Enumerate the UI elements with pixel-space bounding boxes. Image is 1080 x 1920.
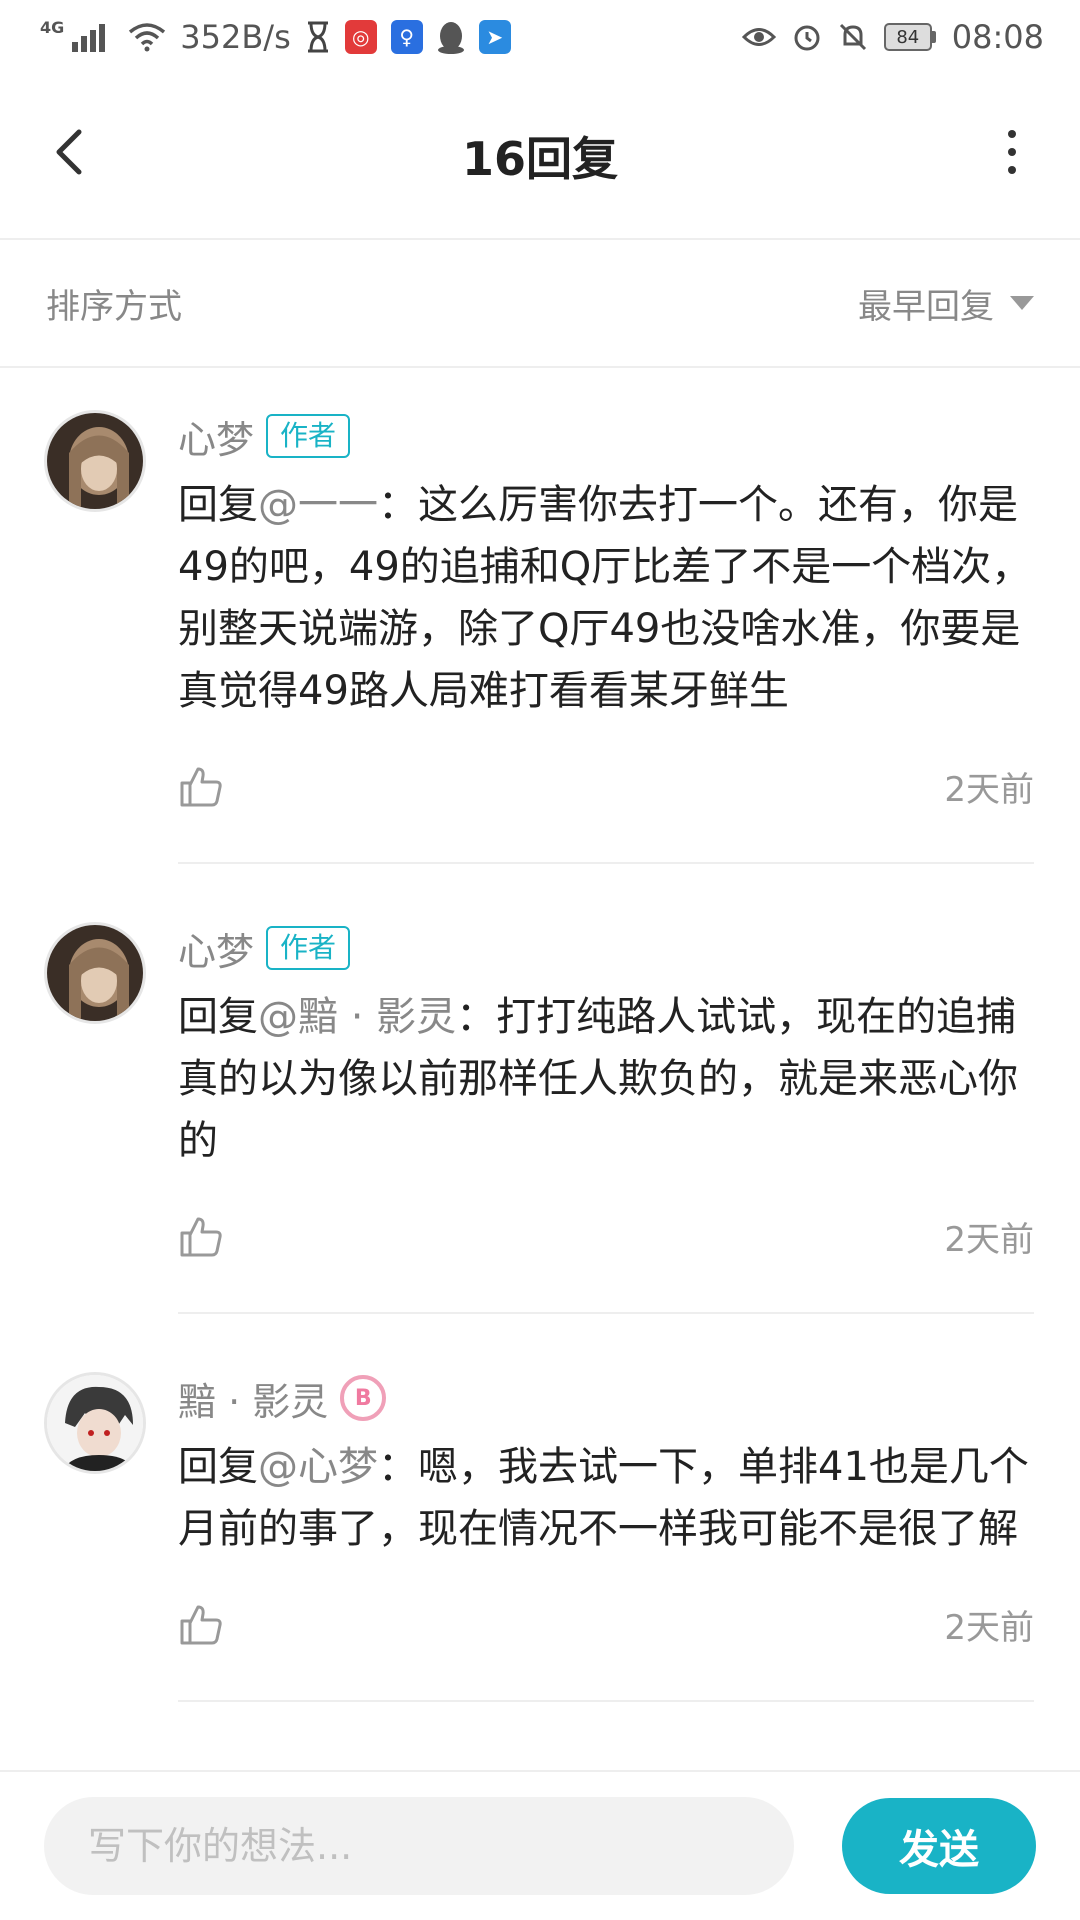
back-button[interactable] xyxy=(40,124,96,180)
eye-icon xyxy=(741,28,776,46)
battery-icon: 84 xyxy=(883,23,936,51)
sort-dropdown[interactable]: 最早回复 xyxy=(858,279,1034,328)
hourglass-icon xyxy=(307,21,328,53)
reply-item: 黯 · 影灵 B 回复@心梦：嗯，我去试一下，单排41也是几个月前的事了，现在情… xyxy=(0,1314,1080,1702)
username[interactable]: 心梦 xyxy=(178,409,254,464)
qq-penguin-icon xyxy=(437,22,464,54)
mention-link[interactable]: @黯 · 影灵 xyxy=(258,994,456,1040)
network-type: 4G xyxy=(40,17,65,37)
reply-item: 心梦 作者 回复@一一：这么厉害你去打一个。还有，你是49的吧，49的追捕和Q厅… xyxy=(0,370,1080,864)
more-vertical-icon xyxy=(1008,130,1016,138)
author-tag: 作者 xyxy=(266,414,351,458)
sort-selected-value: 最早回复 xyxy=(858,286,994,327)
page-title: 16回复 xyxy=(461,132,618,186)
anime-girl-avatar xyxy=(47,413,143,509)
avatar[interactable] xyxy=(44,1372,146,1474)
thumbs-up-icon[interactable] xyxy=(178,1213,224,1259)
netease-music-app-icon: ◎ xyxy=(344,20,377,54)
reply-time: 2天前 xyxy=(944,1219,1034,1260)
send-button[interactable]: 发送 xyxy=(842,1798,1036,1894)
avatar[interactable] xyxy=(44,922,146,1024)
status-bar: 4G 352B/s ◎ ♀ ➤ 84 08:08 xyxy=(0,0,1080,74)
reply-text: 回复@一一：这么厉害你去打一个。还有，你是49的吧，49的追捕和Q厅比差了不是一… xyxy=(178,482,1032,714)
mute-bell-icon xyxy=(839,23,866,51)
anime-boy-avatar xyxy=(47,1375,143,1471)
reply-list: 心梦 作者 回复@一一：这么厉害你去打一个。还有，你是49的吧，49的追捕和Q厅… xyxy=(0,370,1080,1702)
mention-link[interactable]: @心梦 xyxy=(258,1444,378,1490)
reply-item: 心梦 作者 回复@黯 · 影灵：打打纯路人试试，现在的追捕真的以为像以前那样任人… xyxy=(0,864,1080,1314)
anime-girl-avatar xyxy=(47,925,143,1021)
reply-time: 2天前 xyxy=(944,769,1034,810)
net-speed: 352B/s xyxy=(180,18,291,56)
username[interactable]: 心梦 xyxy=(178,921,254,976)
divider xyxy=(178,1700,1034,1702)
signal-icon xyxy=(72,24,106,52)
dropdown-triangle-icon xyxy=(1010,296,1034,310)
username[interactable]: 黯 · 影灵 xyxy=(178,1371,328,1426)
reply-text: 回复@黯 · 影灵：打打纯路人试试，现在的追捕真的以为像以前那样任人欺负的，就是… xyxy=(178,994,1018,1164)
more-options-button[interactable] xyxy=(984,124,1040,180)
messenger-app-icon: ➤ xyxy=(478,20,511,54)
lightbulb-app-icon: ♀ xyxy=(390,20,423,54)
battery-level: 84 xyxy=(883,23,932,51)
sort-bar: 排序方式 最早回复 xyxy=(0,240,1080,368)
thumbs-up-icon[interactable] xyxy=(178,763,224,809)
level-badge-icon: B xyxy=(340,1375,387,1421)
wifi-icon xyxy=(129,23,166,52)
comment-input[interactable] xyxy=(44,1797,794,1895)
clock: 08:08 xyxy=(951,18,1044,56)
alarm-icon xyxy=(794,25,820,51)
author-tag: 作者 xyxy=(266,926,351,970)
avatar[interactable] xyxy=(44,410,146,512)
reply-text: 回复@心梦：嗯，我去试一下，单排41也是几个月前的事了，现在情况不一样我可能不是… xyxy=(178,1444,1029,1552)
comment-input-bar: 发送 xyxy=(0,1770,1080,1920)
thumbs-up-icon[interactable] xyxy=(178,1601,224,1647)
top-bar: 16回复 xyxy=(0,74,1080,240)
mention-link[interactable]: @一一 xyxy=(258,482,378,528)
reply-time: 2天前 xyxy=(944,1607,1034,1648)
sort-label: 排序方式 xyxy=(46,286,182,327)
chevron-left-icon xyxy=(56,129,82,175)
